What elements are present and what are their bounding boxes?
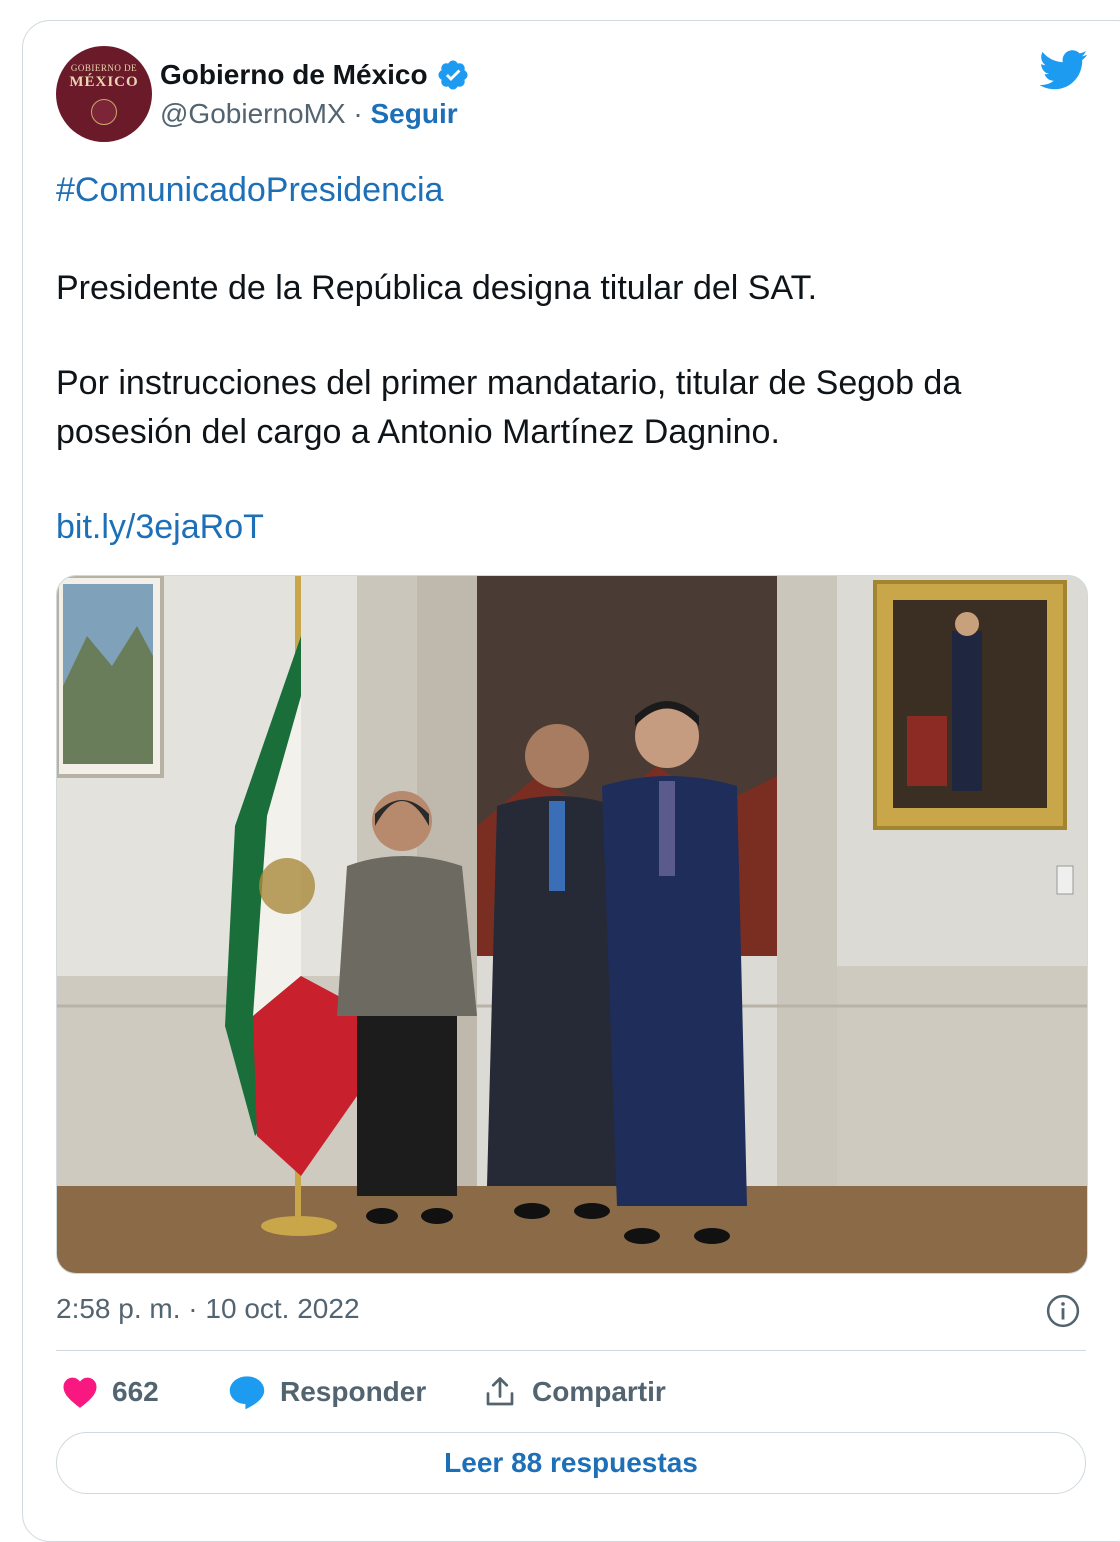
heart-icon [63,1377,97,1408]
avatar-line2: MÉXICO [69,74,139,90]
account-name-row[interactable]: Gobierno de México [160,58,470,92]
read-replies-button[interactable]: Leer 88 respuestas [56,1432,1086,1494]
photo-illustration [57,576,1087,1273]
share-label: Compartir [532,1376,666,1407]
reply-label: Responder [280,1376,427,1407]
likes-count: 662 [112,1376,159,1407]
divider [56,1350,1086,1351]
seal-icon [91,99,117,125]
tweet-paragraph-2-line-1: Por instrucciones del primer mandatario,… [56,364,962,402]
account-handle[interactable]: @GobiernoMX [160,98,346,129]
share-icon [486,1377,514,1406]
tweet-photo[interactable] [56,575,1088,1274]
reply-button[interactable]: Responder [228,1370,426,1414]
like-button[interactable]: 662 [62,1370,159,1414]
avatar[interactable]: GOBIERNO DE MÉXICO [56,46,152,142]
share-button[interactable]: Compartir [482,1370,666,1414]
tweet-timestamp[interactable]: 2:58 p. m. · 10 oct. 2022 [56,1293,360,1325]
short-link[interactable]: bit.ly/3ejaRoT [56,503,264,551]
info-icon[interactable] [1046,1294,1080,1328]
separator: · [345,98,371,129]
tweet-paragraph-1: Presidente de la República designa titul… [56,269,818,307]
account-name[interactable]: Gobierno de México [160,59,428,91]
tweet-paragraph-2-line-2: posesión del cargo a Antonio Martínez Da… [56,413,780,451]
hashtag-link[interactable]: #ComunicadoPresidencia [56,166,443,214]
reply-bubble-icon [229,1376,265,1410]
handle-row: @GobiernoMX · Seguir [160,98,458,130]
twitter-bird-icon[interactable] [1040,50,1088,90]
follow-button[interactable]: Seguir [371,98,458,129]
avatar-line1: GOBIERNO DE [70,63,138,73]
verified-badge-icon [438,60,468,90]
